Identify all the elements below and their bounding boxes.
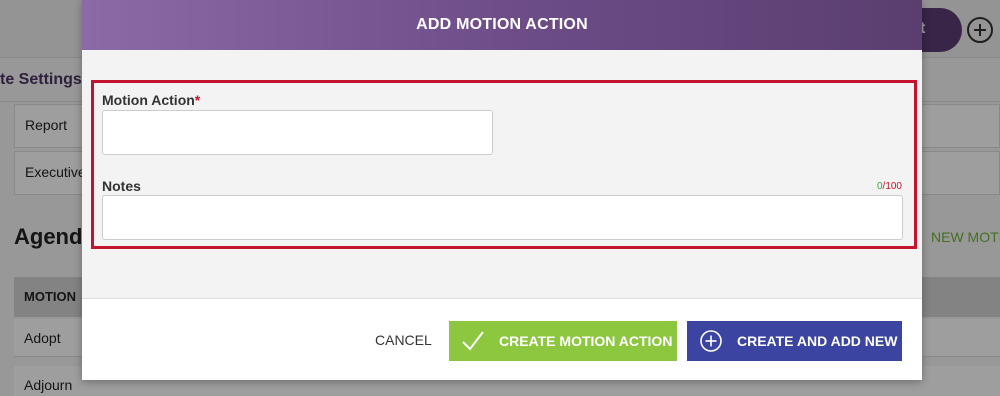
create-motion-action-label: CREATE MOTION ACTION bbox=[499, 333, 673, 349]
dialog-header: ADD MOTION ACTION bbox=[82, 0, 922, 50]
create-motion-action-button[interactable]: CREATE MOTION ACTION bbox=[449, 321, 677, 361]
plus-circle-icon bbox=[697, 327, 725, 355]
notes-label: Notes bbox=[102, 178, 141, 194]
required-marker: * bbox=[194, 92, 201, 108]
motion-action-label-text: Motion Action bbox=[102, 92, 195, 108]
counter-max: 100 bbox=[885, 181, 902, 192]
dialog-title: ADD MOTION ACTION bbox=[416, 16, 588, 33]
cancel-button[interactable]: CANCEL bbox=[375, 332, 432, 348]
motion-action-label: Motion Action* bbox=[102, 92, 200, 108]
notes-textarea[interactable] bbox=[102, 195, 903, 240]
create-and-add-new-label: CREATE AND ADD NEW bbox=[737, 333, 898, 349]
motion-action-input[interactable] bbox=[102, 110, 493, 155]
add-motion-action-dialog: ADD MOTION ACTION Motion Action* Notes 0… bbox=[82, 0, 922, 380]
create-and-add-new-button[interactable]: CREATE AND ADD NEW bbox=[687, 321, 902, 361]
check-icon bbox=[459, 327, 487, 355]
dialog-footer: CANCEL CREATE MOTION ACTION CREATE AND A… bbox=[82, 298, 922, 380]
notes-char-counter: 0/100 bbox=[877, 181, 902, 192]
